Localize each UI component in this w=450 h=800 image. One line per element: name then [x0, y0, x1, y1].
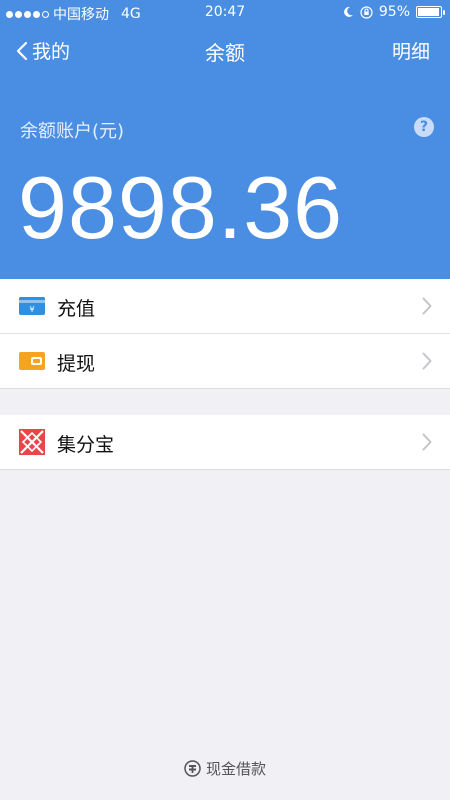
status-right: 95%	[342, 4, 445, 20]
recharge-label: 充值	[57, 298, 96, 320]
page-title: 余额	[205, 41, 245, 65]
nav-bar: 我的 余额 明细	[0, 24, 450, 76]
cash-loan-icon	[184, 760, 201, 777]
chevron-right-icon	[422, 352, 432, 370]
jifenbao-icon	[19, 429, 45, 455]
battery-percent: 95%	[378, 4, 410, 20]
battery-icon	[416, 6, 445, 18]
chevron-right-icon	[422, 297, 432, 315]
account-label: 余额账户(元)	[20, 121, 125, 142]
svg-text:¥: ¥	[29, 305, 34, 314]
withdraw-label: 提现	[57, 353, 96, 375]
menu-group-points: 集分宝	[0, 415, 450, 470]
help-icon[interactable]: ?	[414, 117, 434, 137]
moon-icon	[343, 6, 353, 17]
cash-loan-link[interactable]: 现金借款	[0, 758, 450, 779]
menu-group-funds: ¥ 充值 提现	[0, 279, 450, 389]
detail-button[interactable]: 明细	[392, 37, 430, 64]
status-bar: 中国移动 4G 20:47 95%	[0, 0, 450, 24]
balance-header: 中国移动 4G 20:47 95% 我的 余额 明细 余额账户(元) ? 989…	[0, 0, 450, 279]
jifenbao-label: 集分宝	[57, 434, 115, 456]
recharge-card-icon: ¥	[19, 297, 45, 315]
chevron-right-icon	[422, 433, 432, 451]
rotation-lock-icon	[360, 5, 373, 19]
jifenbao-row[interactable]: 集分宝	[0, 415, 450, 470]
withdraw-wallet-icon	[19, 352, 45, 370]
balance-amount: 9898.36	[18, 158, 344, 257]
withdraw-row[interactable]: 提现	[0, 334, 450, 389]
recharge-row[interactable]: ¥ 充值	[0, 279, 450, 334]
cash-loan-label: 现金借款	[205, 760, 266, 778]
